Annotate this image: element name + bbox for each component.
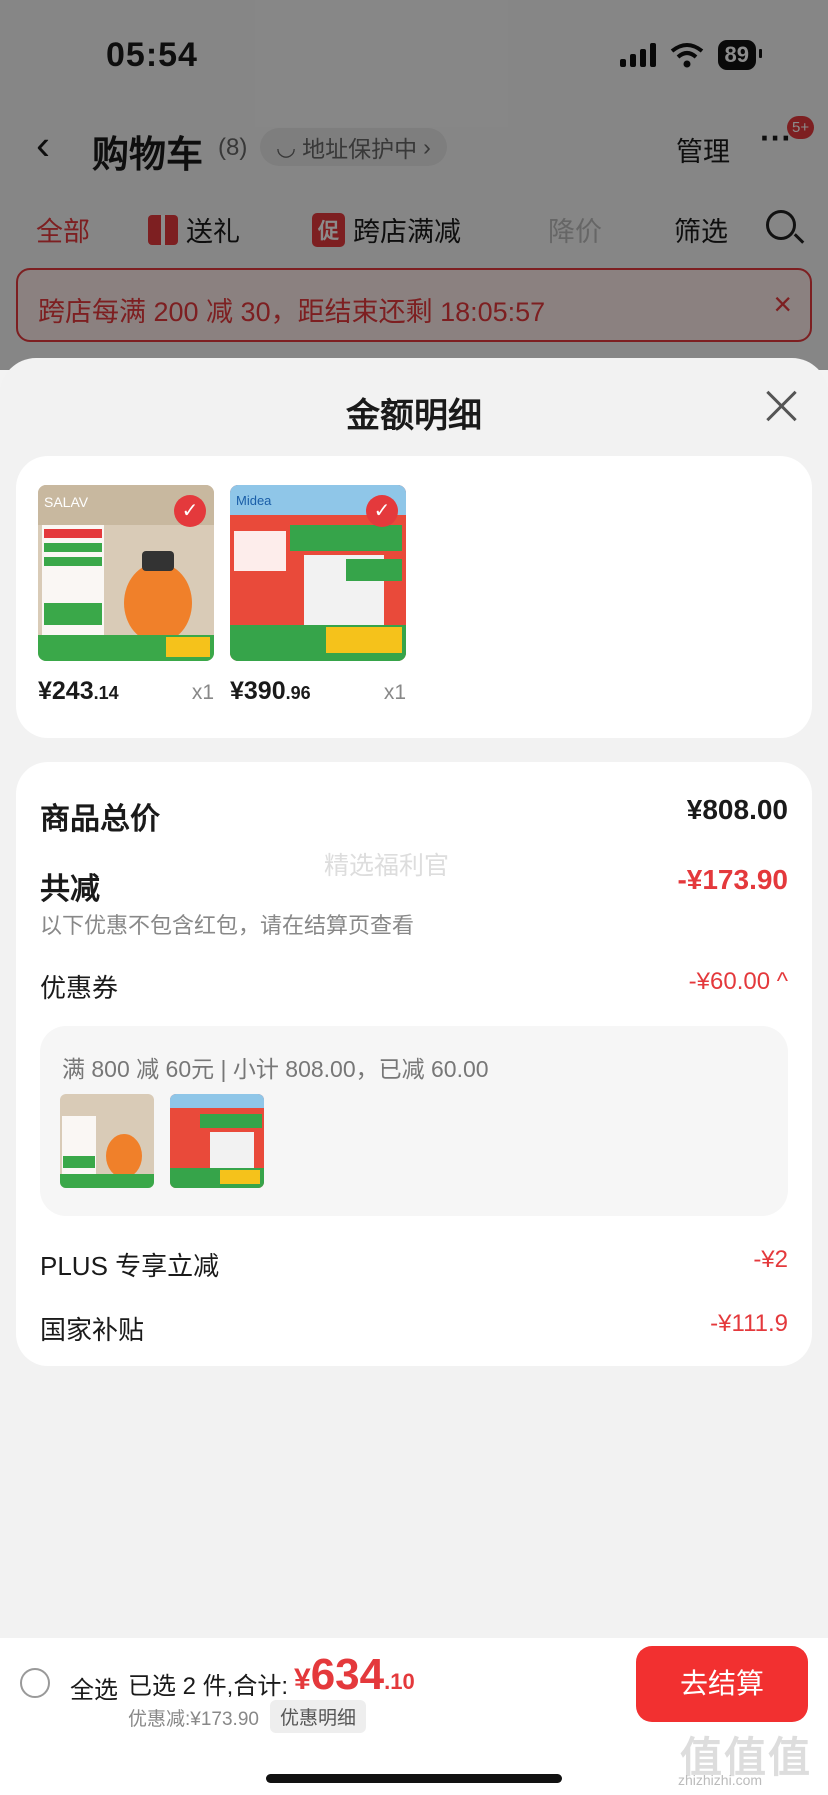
product-qty: x1 — [191, 681, 214, 704]
checkout-button[interactable]: 去结算 — [636, 1646, 808, 1722]
summary-card: 精选福利官 商品总价 ¥808.00 共减 -¥173.90 以下优惠不包含红包… — [16, 762, 812, 1366]
total-price: ¥634.10 — [294, 1650, 415, 1699]
product-price: ¥390.96 — [230, 677, 311, 705]
product-thumbnail — [170, 1094, 264, 1188]
coupon-label: 优惠券 — [40, 973, 119, 1003]
home-indicator — [266, 1774, 562, 1783]
selected-count: 已选 2 件,合计: — [128, 1673, 289, 1700]
coupon-detail-box: 满 800 减 60元 | 小计 808.00，已减 60.00 — [40, 1026, 788, 1216]
discount-note: 优惠减:¥173.90 — [128, 1709, 259, 1730]
steamer-thumbnail — [60, 1094, 154, 1188]
product-qty: x1 — [383, 681, 406, 704]
dehumidifier-thumbnail — [170, 1094, 264, 1188]
goods-total-value: ¥808.00 — [686, 794, 788, 825]
sheet-title: 金额明细 — [346, 397, 482, 435]
subsidy-label: 国家补贴 — [40, 1315, 145, 1345]
discount-detail-button[interactable]: 优惠明细 — [270, 1700, 367, 1733]
coupon-detail-text: 满 800 减 60元 | 小计 808.00，已减 60.00 — [62, 1056, 489, 1082]
svg-text:SALAV: SALAV — [44, 494, 89, 510]
close-icon[interactable] — [764, 388, 798, 422]
goods-total-label: 商品总价 — [40, 803, 160, 836]
svg-text:Midea: Midea — [236, 493, 272, 508]
checked-icon[interactable]: ✓ — [174, 495, 206, 527]
amount-detail-sheet: 金额明细 SALAV ✓ ¥243.14 x1 Midea ✓ ¥390.96 … — [0, 358, 828, 1638]
watermark-url: zhizhizhi.com — [678, 1772, 763, 1788]
plus-discount-value: -¥2 — [753, 1246, 788, 1273]
select-all-radio[interactable] — [20, 1668, 50, 1698]
subsidy-value: -¥111.9 — [710, 1310, 788, 1337]
products-card: SALAV ✓ ¥243.14 x1 Midea ✓ ¥390.96 x1 — [16, 456, 812, 738]
checkout-bar: 全选 已选 2 件,合计: ¥634.10 优惠减:¥173.90 优惠明细 去… — [0, 1638, 828, 1795]
total-reduce-value: -¥173.90 — [677, 864, 788, 895]
plus-discount-label: PLUS 专享立减 — [40, 1251, 220, 1281]
select-all-label[interactable]: 全选 — [70, 1670, 118, 1705]
checked-icon[interactable]: ✓ — [366, 495, 398, 527]
total-reduce-label: 共减 — [40, 873, 100, 906]
coupon-value[interactable]: -¥60.00 ^ — [689, 968, 788, 996]
product-price: ¥243.14 — [38, 677, 119, 705]
product-thumbnail — [60, 1094, 154, 1188]
watermark-text: 精选福利官 — [324, 852, 450, 880]
modal-overlay[interactable] — [0, 0, 828, 370]
reduce-note: 以下优惠不包含红包，请在结算页查看 — [40, 913, 415, 938]
